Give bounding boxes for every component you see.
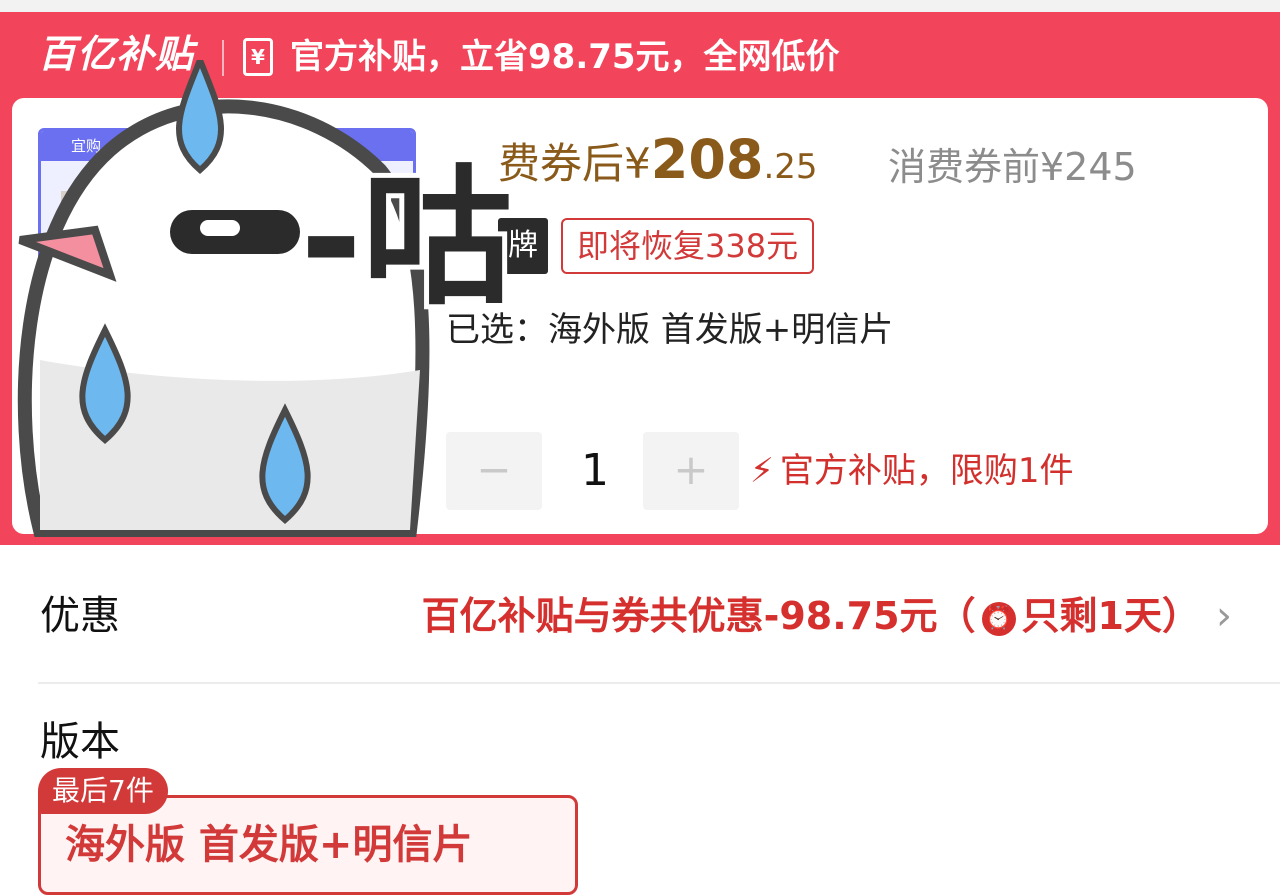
stock-badge: 最后7件 (38, 768, 168, 814)
original-price: 消费券前¥245 (888, 145, 1137, 189)
promo-countdown: 只剩1天） (1021, 594, 1200, 638)
version-label: 版本 (40, 719, 120, 765)
restore-price-tag: 即将恢复338元 (561, 218, 815, 274)
section-divider (38, 682, 1280, 684)
version-option-label: 海外版 首发版+明信片 (65, 822, 473, 868)
price-currency: ¥ (624, 139, 651, 188)
promo-value-text: 百亿补贴与券共优惠-98.75元（ (421, 594, 976, 638)
ghost-sticker-overlay: -咕 (17, 60, 517, 537)
chevron-right-icon[interactable]: › (1216, 588, 1232, 644)
promo-row[interactable]: 百亿补贴与券共优惠-98.75元（ ⏰ 只剩1天） (422, 586, 1200, 646)
price-integer: 208 (650, 128, 764, 191)
price-decimal: .25 (763, 147, 818, 187)
sweat-drop-1 (176, 60, 224, 174)
lightning-icon: ⚡ (750, 451, 774, 491)
price-block: 费券后¥208.25 (498, 128, 818, 199)
purchase-limit: ⚡ 官方补贴，限购1件 (750, 445, 1074, 497)
ghost-sticker-text: -咕 (300, 152, 512, 326)
ghost-sticker-glint (200, 220, 240, 236)
quantity-increase-button[interactable]: + (643, 432, 739, 510)
alarm-clock-icon: ⏰ (981, 602, 1016, 636)
quantity-value[interactable]: 1 (560, 432, 630, 510)
promo-label: 优惠 (40, 593, 120, 639)
top-strip (0, 0, 1280, 12)
purchase-limit-text: 官方补贴，限购1件 (779, 451, 1074, 491)
